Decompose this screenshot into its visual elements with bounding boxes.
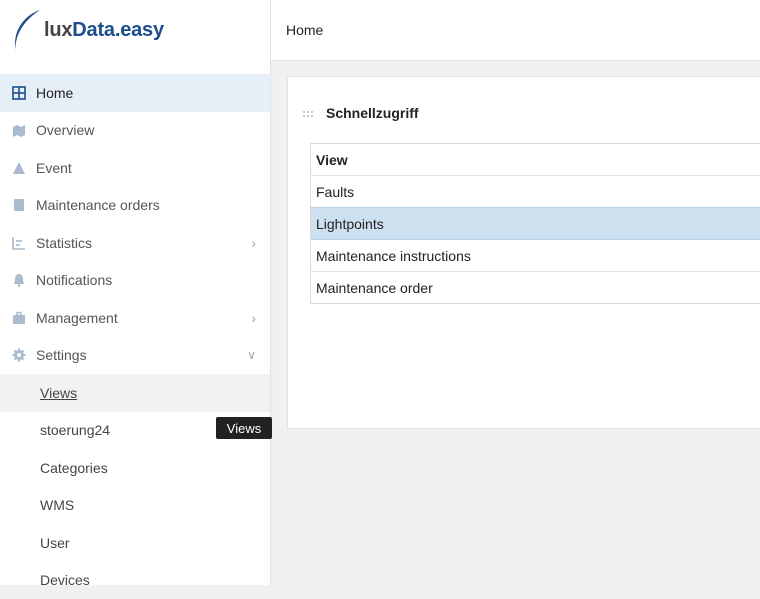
sidebar: luxData.easy Home Overview Event Main	[0, 0, 271, 585]
bell-icon	[12, 273, 26, 287]
sidebar-item-label: Settings	[36, 347, 87, 363]
app-logo[interactable]: luxData.easy	[10, 6, 210, 58]
sidebar-subitem-wms[interactable]: WMS	[0, 487, 270, 525]
briefcase-icon	[12, 311, 26, 325]
sidebar-item-management[interactable]: Management ›	[0, 299, 270, 337]
sidebar-item-label: Management	[36, 310, 118, 326]
sidebar-nav: Home Overview Event Maintenance orders S…	[0, 74, 270, 599]
sidebar-item-label: Notifications	[36, 272, 112, 288]
warning-icon	[12, 161, 26, 175]
chevron-right-icon: ›	[251, 235, 256, 251]
top-header: Home	[271, 0, 760, 61]
tooltip: Views	[216, 417, 272, 439]
views-table: View Faults Lightpoints Maintenance inst…	[310, 143, 760, 304]
table-row-selected[interactable]: Lightpoints	[311, 207, 760, 240]
sidebar-item-label: Overview	[36, 122, 94, 138]
sidebar-item-home[interactable]: Home	[0, 74, 270, 112]
table-row[interactable]: Maintenance order	[311, 271, 760, 303]
chart-icon	[12, 236, 26, 250]
quick-access-card: Schnellzugriff View Faults Lightpoints M…	[287, 76, 760, 429]
logo-prefix: lux	[44, 19, 72, 41]
sidebar-subitem-views[interactable]: Views	[0, 374, 270, 412]
table-row[interactable]: Maintenance instructions	[311, 240, 760, 271]
logo-suffix: Data.easy	[72, 19, 164, 41]
table-row[interactable]: Faults	[311, 175, 760, 207]
sidebar-item-label: Event	[36, 160, 72, 176]
sidebar-item-settings[interactable]: Settings ∨	[0, 337, 270, 375]
gear-icon	[12, 348, 26, 362]
map-icon	[12, 123, 26, 137]
card-title-text: Schnellzugriff	[326, 105, 419, 121]
card-title: Schnellzugriff	[302, 105, 419, 121]
sidebar-item-event[interactable]: Event	[0, 149, 270, 187]
breadcrumb: Home	[286, 22, 323, 38]
sidebar-item-notifications[interactable]: Notifications	[0, 262, 270, 300]
sidebar-subitem-categories[interactable]: Categories	[0, 449, 270, 487]
table-header: View	[311, 144, 760, 175]
drag-handle-icon[interactable]	[302, 105, 314, 121]
column-header-view: View	[316, 152, 348, 168]
grid-icon	[12, 86, 26, 100]
sidebar-item-statistics[interactable]: Statistics ›	[0, 224, 270, 262]
sidebar-item-overview[interactable]: Overview	[0, 112, 270, 150]
clipboard-icon	[12, 198, 26, 212]
chevron-down-icon: ∨	[247, 348, 256, 362]
sidebar-item-label: Home	[36, 85, 73, 101]
chevron-right-icon: ›	[251, 310, 256, 326]
sidebar-subitem-devices[interactable]: Devices	[0, 562, 270, 599]
sidebar-item-label: Statistics	[36, 235, 92, 251]
sidebar-item-maintenance-orders[interactable]: Maintenance orders	[0, 187, 270, 225]
sidebar-item-label: Maintenance orders	[36, 197, 160, 213]
sidebar-subitem-user[interactable]: User	[0, 524, 270, 562]
